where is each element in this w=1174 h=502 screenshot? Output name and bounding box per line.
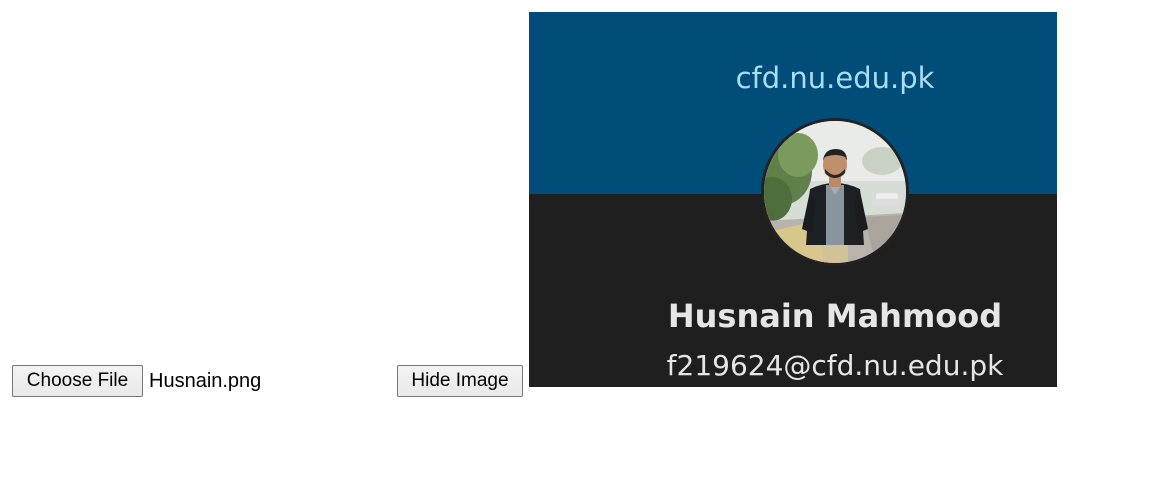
profile-photo <box>764 121 906 263</box>
hide-image-button[interactable]: Hide Image <box>397 365 523 397</box>
choose-file-button[interactable]: Choose File <box>12 365 143 397</box>
profile-card-name: Husnain Mahmood <box>667 297 1003 335</box>
profile-avatar <box>761 118 909 266</box>
page: Choose File Husnain.png Hide Image cfd.n… <box>0 0 1174 502</box>
profile-card-email: f219624@cfd.nu.edu.pk <box>666 349 1004 382</box>
uploaded-image-preview: cfd.nu.edu.pk Husnain Mahmood f219624@cf… <box>529 12 1057 387</box>
selected-file-name: Husnain.png <box>149 370 262 392</box>
profile-card-domain: cfd.nu.edu.pk <box>735 61 935 95</box>
